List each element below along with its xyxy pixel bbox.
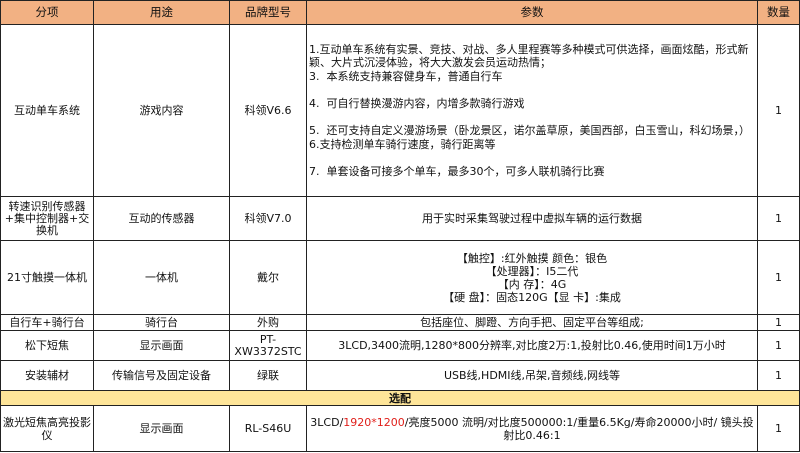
param-line: 【硬 盘】：固态120G【显 卡】:集成 (443, 290, 621, 304)
cell-model: RL-S46U (229, 405, 307, 452)
cell-qty: 1 (757, 330, 800, 361)
cell-qty: 1 (757, 405, 800, 452)
header-usage: 用途 (93, 0, 230, 25)
table-row: 21寸触摸一体机 一体机 戴尔 【触控】:红外触摸 颜色：银色 【处理器】：I5… (0, 240, 800, 315)
cell-params: USB线,HDMI线,吊架,音频线,网线等 (306, 360, 758, 391)
param-line: 5. 还可支持自定义漫游场景（卧龙景区，诺尔盖草原，美国西部，白玉雪山，科幻场景… (309, 124, 750, 137)
table-row: 自行车+骑行台 骑行台 外购 包括座位、脚蹬、方向手把、固定平台等组成; 1 (0, 314, 800, 331)
param-text: 3LCD/ (310, 415, 344, 429)
section-row-optional: 选配 (0, 390, 800, 406)
cell-usage: 显示画面 (93, 405, 230, 452)
param-line: 【处理器】：I5二代 (485, 264, 579, 278)
param-line: 【内 存】：4G (497, 277, 567, 291)
cell-usage: 传输信号及固定设备 (93, 360, 230, 391)
cell-params: 用于实时采集驾驶过程中虚拟车辆的运行数据 (306, 196, 758, 241)
param-line: 3. 本系统支持兼容健身车，普通自行车 (309, 70, 503, 83)
cell-usage: 显示画面 (93, 330, 230, 361)
param-line: 6.支持检测单车骑行速度，骑行距离等 (309, 138, 496, 151)
table-row: 安装辅材 传输信号及固定设备 绿联 USB线,HDMI线,吊架,音频线,网线等 … (0, 360, 800, 391)
cell-qty: 1 (757, 240, 800, 315)
param-line: 【触控】:红外触摸 颜色：银色 (456, 251, 608, 265)
cell-model: 外购 (229, 314, 307, 331)
cell-category: 21寸触摸一体机 (0, 240, 94, 315)
cell-usage: 骑行台 (93, 314, 230, 331)
cell-category: 互动单车系统 (0, 24, 94, 197)
table-row: 松下短焦 显示画面 PT-XW3372STC 3LCD,3400流明,1280*… (0, 330, 800, 361)
param-line: 1.互动单车系统有实景、竞技、对战、多人里程赛等多种模式可供选择，画面炫酷，形式… (309, 43, 749, 69)
cell-model: 戴尔 (229, 240, 307, 315)
param-line: 4. 可自行替换漫游内容，内增多款骑行游戏 (309, 97, 525, 110)
cell-model: 科领V7.0 (229, 196, 307, 241)
cell-category: 激光短焦高亮投影仪 (0, 405, 94, 452)
cell-category: 自行车+骑行台 (0, 314, 94, 331)
table-row: 互动单车系统 游戏内容 科领V6.6 1.互动单车系统有实景、竞技、对战、多人里… (0, 24, 800, 197)
table-row: 转速识别传感器+集中控制器+交换机 互动的传感器 科领V7.0 用于实时采集驾驶… (0, 196, 800, 241)
cell-category: 松下短焦 (0, 330, 94, 361)
section-label: 选配 (0, 390, 800, 406)
cell-model: PT-XW3372STC (229, 330, 307, 361)
table-row: 激光短焦高亮投影仪 显示画面 RL-S46U 3LCD/1920*1200/亮度… (0, 405, 800, 452)
cell-qty: 1 (757, 24, 800, 197)
cell-params: 包括座位、脚蹬、方向手把、固定平台等组成; (306, 314, 758, 331)
cell-qty: 1 (757, 314, 800, 331)
cell-params: 3LCD,3400流明,1280*800分辨率,对比度2万:1,投射比0.46,… (306, 330, 758, 361)
cell-model: 绿联 (229, 360, 307, 391)
cell-model: 科领V6.6 (229, 24, 307, 197)
header-model: 品牌型号 (229, 0, 307, 25)
spec-table: 分项 用途 品牌型号 参数 数量 互动单车系统 游戏内容 科领V6.6 1.互动… (0, 0, 800, 452)
cell-usage: 互动的传感器 (93, 196, 230, 241)
header-category: 分项 (0, 0, 94, 25)
cell-params: 【触控】:红外触摸 颜色：银色 【处理器】：I5二代 【内 存】：4G 【硬 盘… (306, 240, 758, 315)
cell-params: 1.互动单车系统有实景、竞技、对战、多人里程赛等多种模式可供选择，画面炫酷，形式… (306, 24, 758, 197)
cell-category: 安装辅材 (0, 360, 94, 391)
header-params: 参数 (306, 0, 758, 25)
cell-qty: 1 (757, 360, 800, 391)
cell-category: 转速识别传感器+集中控制器+交换机 (0, 196, 94, 241)
cell-params: 3LCD/1920*1200/亮度5000 流明/对比度500000:1/重量6… (306, 405, 758, 452)
header-qty: 数量 (757, 0, 800, 25)
header-row: 分项 用途 品牌型号 参数 数量 (0, 0, 800, 25)
param-resolution-highlight: 1920*1200 (343, 415, 405, 429)
cell-usage: 游戏内容 (93, 24, 230, 197)
param-text: /亮度5000 流明/对比度500000:1/重量6.5Kg/寿命20000小时… (404, 415, 754, 442)
param-line: 7. 单套设备可接多个单车，最多30个，可多人联机骑行比赛 (309, 165, 605, 178)
cell-usage: 一体机 (93, 240, 230, 315)
cell-qty: 1 (757, 196, 800, 241)
